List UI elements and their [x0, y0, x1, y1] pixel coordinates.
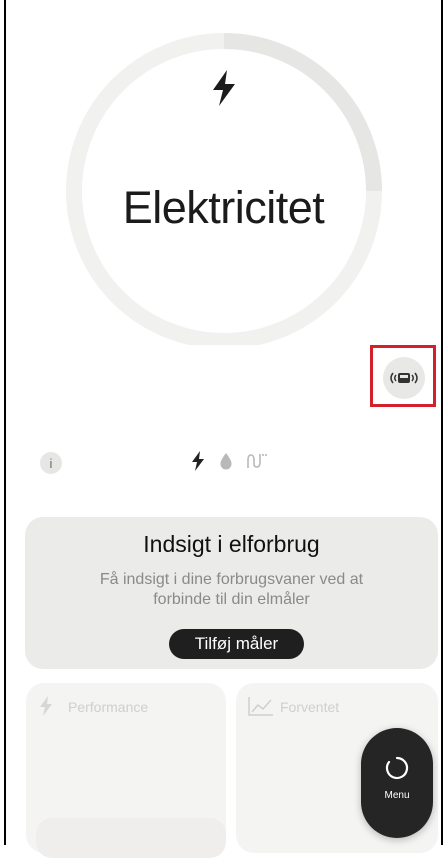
insight-text: Få indsigt i dine forbrugsvaner ved at f… — [99, 571, 364, 608]
menu-button[interactable]: Menu — [361, 728, 433, 838]
performance-label: Performance — [68, 699, 149, 715]
meter-button-highlight — [370, 345, 436, 407]
add-meter-button[interactable]: Tilføj måler — [169, 629, 304, 659]
bolt-icon — [209, 70, 239, 106]
forecast-label: Forventet — [280, 699, 340, 715]
insight-title: Indsigt i elforbrug — [143, 531, 320, 557]
bolt-icon — [38, 696, 54, 721]
left-border — [4, 0, 6, 845]
loading-circle-icon — [385, 756, 409, 785]
menu-label: Menu — [384, 790, 410, 801]
info-button[interactable]: i — [40, 452, 62, 474]
performance-tile[interactable]: Performance — [26, 683, 226, 858]
insight-card: Indsigt i elforbrug Få indsigt i dine fo… — [25, 517, 438, 669]
right-border — [441, 0, 443, 845]
page-title: Elektricitet — [122, 182, 325, 233]
performance-placeholder — [36, 818, 226, 858]
water-drop-icon[interactable] — [220, 452, 232, 470]
bolt-icon[interactable] — [190, 451, 206, 471]
line-chart-icon — [248, 696, 274, 721]
heat-icon[interactable] — [246, 452, 268, 470]
utility-tabs — [190, 451, 268, 471]
